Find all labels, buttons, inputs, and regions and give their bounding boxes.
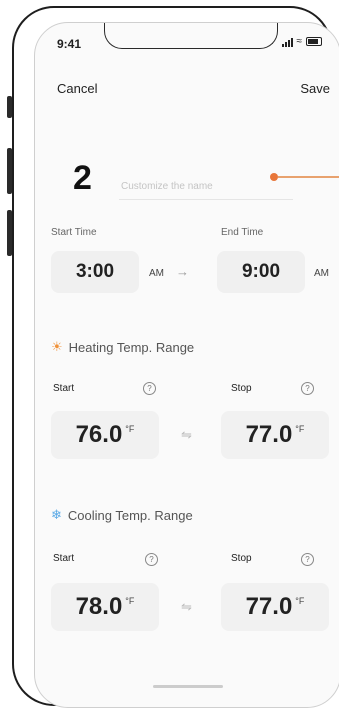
slot-number: 2	[73, 159, 92, 197]
cooling-stop-label: Stop	[231, 553, 252, 564]
cooling-stop-unit: °F	[295, 596, 305, 606]
status-icons: ≈	[281, 36, 322, 47]
cancel-button[interactable]: Cancel	[57, 81, 97, 96]
cooling-stop-value: 77.0	[245, 593, 293, 620]
status-time: 9:41	[57, 37, 82, 51]
end-time-value: 9:00	[241, 261, 281, 282]
save-button[interactable]: Save	[300, 81, 330, 96]
cooling-title: ❄ Cooling Temp. Range	[51, 507, 193, 523]
slider-dot	[270, 173, 278, 181]
end-time-label: End Time	[221, 227, 264, 238]
home-indicator[interactable]	[153, 685, 223, 688]
start-time-box[interactable]: 3:00	[51, 251, 139, 293]
heating-start-box[interactable]: 76.0 °F	[51, 411, 159, 459]
cooling-start-value: 78.0	[75, 593, 123, 620]
slider-line	[278, 176, 339, 178]
end-time-box[interactable]: 9:00	[217, 251, 305, 293]
heating-stop-value: 77.0	[245, 421, 293, 448]
cooling-stop-help-icon[interactable]: ?	[301, 553, 314, 566]
cooling-start-help-icon[interactable]: ?	[145, 553, 158, 566]
end-ampm: AM	[314, 268, 329, 279]
cooling-start-label: Start	[53, 553, 75, 564]
phone-frame: 9:41 ≈ Cancel Save 2 Start Time End Time…	[12, 6, 339, 708]
start-time-label: Start Time	[51, 227, 97, 238]
heating-swap-icon: ⇋	[181, 427, 192, 442]
start-time-value: 3:00	[75, 261, 115, 282]
name-input[interactable]	[119, 173, 293, 200]
notch	[104, 23, 278, 49]
cooling-stop-box[interactable]: 77.0 °F	[221, 583, 329, 631]
cooling-start-box[interactable]: 78.0 °F	[51, 583, 159, 631]
heating-start-unit: °F	[125, 424, 135, 434]
heating-title-text: Heating Temp. Range	[68, 339, 195, 355]
heating-stop-box[interactable]: 77.0 °F	[221, 411, 329, 459]
cooling-start-unit: °F	[125, 596, 135, 606]
heating-stop-unit: °F	[295, 424, 305, 434]
signal-icon	[281, 37, 293, 47]
arrow-icon: →	[176, 264, 189, 279]
heating-stop-label: Stop	[231, 383, 252, 394]
start-ampm: AM	[149, 268, 164, 279]
cooling-title-text: Cooling Temp. Range	[67, 507, 193, 523]
screen: 9:41 ≈ Cancel Save 2 Start Time End Time…	[34, 22, 339, 708]
sun-icon: ☀	[51, 339, 63, 354]
heating-start-help-icon[interactable]: ?	[143, 382, 156, 395]
heating-start-value: 76.0	[75, 421, 123, 448]
heating-start-label: Start	[53, 383, 75, 394]
battery-icon	[306, 37, 322, 46]
cooling-swap-icon: ⇋	[181, 599, 192, 614]
snowflake-icon: ❄	[51, 507, 62, 522]
heating-title: ☀ Heating Temp. Range	[51, 339, 194, 355]
heating-stop-help-icon[interactable]: ?	[301, 382, 314, 395]
wifi-icon: ≈	[296, 36, 303, 47]
